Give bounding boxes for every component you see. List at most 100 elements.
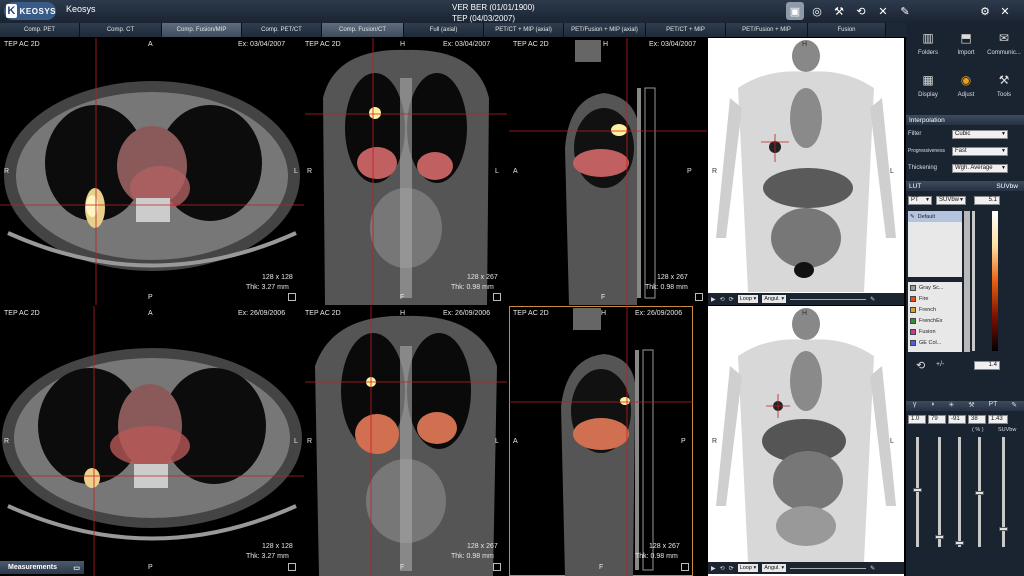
tab-comp-pet[interactable]: Comp. PET (0, 23, 80, 37)
tab-fusion[interactable]: Fusion (808, 23, 886, 37)
gamma-slider[interactable] (916, 437, 919, 547)
viewport-checkbox[interactable] (695, 293, 703, 301)
suv-knob[interactable] (999, 527, 1008, 531)
viewport-bottom-mip[interactable]: H R L ▶ ⟲ ⟳ Loop ▾ Angul. ▾ ✎ (708, 306, 904, 576)
loop-select[interactable]: Loop ▾ (737, 295, 759, 303)
plus-minus-button[interactable]: +/- (936, 361, 944, 368)
lut-window-slider[interactable] (972, 211, 975, 351)
play-icon[interactable]: ▶ (711, 296, 716, 303)
contrast-slider[interactable] (938, 437, 941, 547)
communication-button[interactable]: ✉ Communic... (986, 29, 1022, 69)
lut-item[interactable]: FrenchEx (908, 315, 962, 326)
viewport-checkbox[interactable] (493, 563, 501, 571)
viewport-top-sagittal[interactable]: TEP AC 2D H Ex: 03/04/2007 A P F 128 x 2… (509, 38, 707, 305)
thickening-label: Thickening (908, 165, 938, 171)
lut-item[interactable]: Gray Sc... (908, 282, 962, 293)
tab-pet-fusion-mip[interactable]: PET/Fusion + MIP (726, 23, 808, 37)
lut-item[interactable]: Fusion (908, 326, 962, 337)
pt-label[interactable]: PT (988, 401, 997, 411)
angle-select[interactable]: Angul. ▾ (762, 564, 787, 572)
tab-comp-pet-ct[interactable]: Comp. PET/CT (242, 23, 322, 37)
rotate-right-icon[interactable]: ⟳ (729, 296, 734, 303)
lut-header[interactable]: LUT SUVbw (906, 181, 1024, 191)
tools-icon[interactable]: ⚒ (968, 401, 974, 411)
speed-slider[interactable] (790, 298, 867, 300)
modality-select[interactable]: PT ▼ (908, 196, 932, 205)
pin-icon[interactable]: ✎ (896, 2, 914, 20)
edit-icon[interactable]: ✎ (1011, 401, 1017, 411)
globe-icon[interactable]: ◎ (808, 2, 826, 20)
rotate-left-icon[interactable]: ⟲ (720, 296, 725, 303)
reset-icon[interactable]: ⟲ (852, 2, 870, 20)
tab-comp-fusion-ct[interactable]: Comp. Fusion/CT (322, 23, 404, 37)
play-icon[interactable]: ▶ (711, 565, 716, 572)
viewport-checkbox[interactable] (288, 293, 296, 301)
suv-select[interactable]: SUVbw ▼ (936, 196, 966, 205)
lut-default-item[interactable]: ✎ Default (908, 211, 962, 222)
pin-icon[interactable]: ✎ (870, 565, 875, 572)
threshold-knob[interactable] (975, 491, 984, 495)
rotate-right-icon[interactable]: ⟳ (729, 565, 734, 572)
progressiveness-select[interactable]: Fast ▼ (952, 147, 1008, 156)
import-button[interactable]: ⬒ Import (948, 29, 984, 69)
angle-select[interactable]: Angul. ▾ (762, 295, 787, 303)
gamma-value[interactable]: 1.0 (908, 415, 926, 424)
viewport-bottom-sagittal[interactable]: TEP AC 2D H Ex: 26/09/2006 A P F 128 x 2… (509, 306, 693, 576)
threshold-value[interactable]: 38 (968, 415, 986, 424)
folders-button[interactable]: ▥ Folders (910, 29, 946, 69)
tab-comp-fusion-mip[interactable]: Comp. Fusion/MIP (162, 23, 242, 37)
brightness-slider[interactable] (958, 437, 961, 547)
viewport-bottom-axial[interactable]: TEP AC 2D A Ex: 26/09/2006 R L P 128 x 1… (0, 306, 304, 576)
brightness-knob[interactable] (955, 541, 964, 545)
interpolation-header[interactable]: Interpolation (906, 115, 1024, 125)
lut-default-box[interactable]: ✎ Default (908, 211, 962, 277)
contrast-knob[interactable] (935, 535, 944, 539)
viewport-top-axial[interactable]: TEP AC 2D A Ex: 03/04/2007 R L P 128 x 1… (0, 38, 304, 305)
thickening-select[interactable]: Wgh. Average ▼ (952, 164, 1008, 173)
brightness-value[interactable]: -91 (948, 415, 966, 424)
filter-select[interactable]: Cubic ▼ (952, 130, 1008, 139)
lut-list[interactable]: Gray Sc... Fire French FrenchEx Fusion G… (908, 282, 962, 352)
lut-scroll[interactable] (964, 211, 970, 352)
tab-comp-ct[interactable]: Comp. CT (80, 23, 162, 37)
tab-full-axial[interactable]: Full (axial) (404, 23, 484, 37)
rotate-left-icon[interactable]: ⟲ (720, 565, 725, 572)
gear-icon[interactable]: ⚙ (976, 2, 994, 20)
lut-item[interactable]: GE Col... (908, 337, 962, 348)
slice-thickness: Thk: 0.98 mm (451, 284, 494, 291)
adjust-button[interactable]: ◉ Adjust (948, 71, 984, 111)
lut-item[interactable]: French (908, 304, 962, 315)
tools-button[interactable]: ⚒ Tools (986, 71, 1022, 111)
close-icon[interactable]: ✕ (996, 2, 1014, 20)
gamma-icon[interactable]: γ (913, 401, 917, 411)
speed-slider[interactable] (790, 567, 867, 569)
viewport-top-coronal[interactable]: TEP AC 2D H Ex: 03/04/2007 R L F 128 x 2… (305, 38, 507, 305)
contrast-value[interactable]: 79 (928, 415, 946, 424)
viewport-checkbox[interactable] (288, 563, 296, 571)
viewport-checkbox[interactable] (681, 563, 689, 571)
suv-value[interactable]: 1.43 (988, 415, 1008, 424)
viewport-bottom-coronal[interactable]: TEP AC 2D H Ex: 26/09/2006 R L F 128 x 2… (305, 306, 507, 576)
brightness-icon[interactable]: ☀ (948, 401, 954, 411)
tab-pet-ct-mip[interactable]: PET/CT + MIP (646, 23, 726, 37)
lut-max-input[interactable]: 5.1 (974, 196, 1000, 205)
viewport-checkbox[interactable] (493, 293, 501, 301)
viewport-top-mip[interactable]: H R L ▶ ⟲ ⟳ Loop ▾ Angul. ▾ ✎ (708, 38, 904, 305)
pin-icon[interactable]: ✎ (870, 296, 875, 303)
close-view-icon[interactable]: ✕ (874, 2, 892, 20)
lut-min-input[interactable]: 1.4 (974, 361, 1000, 370)
reset-icon[interactable]: ⟲ (916, 359, 925, 372)
pencil-icon: ✎ (910, 213, 915, 220)
loop-select[interactable]: Loop ▾ (737, 564, 759, 572)
tab-pet-ct-mip-axial[interactable]: PET/CT + MIP (axial) (484, 23, 564, 37)
display-button[interactable]: ▦ Display (910, 71, 946, 111)
expand-icon[interactable]: ▭ (73, 564, 80, 572)
lut-item[interactable]: Fire (908, 293, 962, 304)
contrast-icon[interactable]: ◑ (930, 401, 934, 411)
patient-name: VER BER (01/01/1900) (452, 3, 535, 12)
tools-icon[interactable]: ⚒ (830, 2, 848, 20)
image-icon[interactable]: ▣ (786, 2, 804, 20)
tab-pet-fusion-mip-axial[interactable]: PET/Fusion + MIP (axial) (564, 23, 646, 37)
gamma-knob[interactable] (913, 488, 922, 492)
measurements-button[interactable]: Measurements ▭ (0, 561, 84, 574)
